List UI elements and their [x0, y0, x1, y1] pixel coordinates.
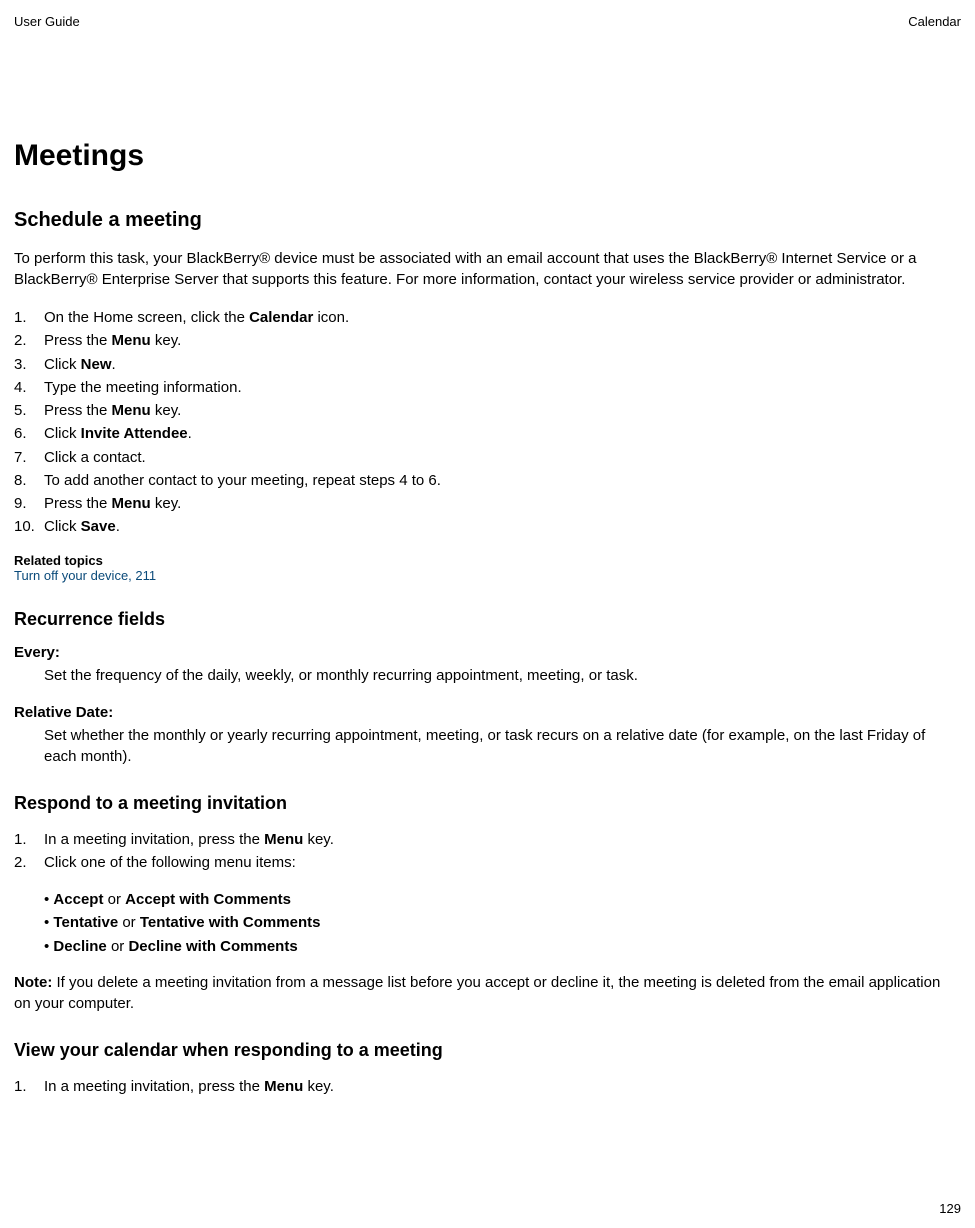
- step-item: 1.In a meeting invitation, press the Men…: [14, 1075, 961, 1098]
- page-title: Meetings: [14, 139, 961, 173]
- bullet-item: Accept or Accept with Comments: [44, 888, 961, 911]
- step-item: 4.Type the meeting information.: [14, 376, 961, 399]
- bullet-item: Tentative or Tentative with Comments: [44, 911, 961, 934]
- schedule-heading: Schedule a meeting: [14, 209, 961, 232]
- recurrence-heading: Recurrence fields: [14, 609, 961, 630]
- step-item: 8.To add another contact to your meeting…: [14, 469, 961, 492]
- step-item: 3.Click New.: [14, 353, 961, 376]
- relative-date-description: Set whether the monthly or yearly recurr…: [44, 725, 961, 767]
- step-item: 2.Click one of the following menu items:: [14, 851, 961, 874]
- step-item: 6.Click Invite Attendee.: [14, 422, 961, 445]
- step-item: 9.Press the Menu key.: [14, 492, 961, 515]
- page-number: 129: [939, 1201, 961, 1216]
- schedule-intro: To perform this task, your BlackBerry® d…: [14, 248, 961, 290]
- respond-bullets: Accept or Accept with Comments Tentative…: [44, 888, 961, 958]
- header-right: Calendar: [908, 14, 961, 29]
- step-item: 10.Click Save.: [14, 515, 961, 538]
- respond-heading: Respond to a meeting invitation: [14, 793, 961, 814]
- view-steps: 1.In a meeting invitation, press the Men…: [14, 1075, 961, 1098]
- every-label: Every:: [14, 644, 961, 661]
- related-topics-label: Related topics: [14, 553, 961, 568]
- bullet-item: Decline or Decline with Comments: [44, 935, 961, 958]
- page-header: User Guide Calendar: [14, 14, 961, 29]
- related-link[interactable]: Turn off your device, 211: [14, 568, 961, 583]
- step-item: 1.In a meeting invitation, press the Men…: [14, 828, 961, 851]
- relative-date-label: Relative Date:: [14, 704, 961, 721]
- view-heading: View your calendar when responding to a …: [14, 1040, 961, 1061]
- step-item: 7.Click a contact.: [14, 446, 961, 469]
- step-item: 2.Press the Menu key.: [14, 329, 961, 352]
- respond-steps: 1.In a meeting invitation, press the Men…: [14, 828, 961, 875]
- schedule-steps: 1.On the Home screen, click the Calendar…: [14, 306, 961, 539]
- every-description: Set the frequency of the daily, weekly, …: [44, 665, 961, 686]
- header-left: User Guide: [14, 14, 80, 29]
- step-item: 5.Press the Menu key.: [14, 399, 961, 422]
- respond-note: Note: If you delete a meeting invitation…: [14, 972, 961, 1014]
- step-item: 1.On the Home screen, click the Calendar…: [14, 306, 961, 329]
